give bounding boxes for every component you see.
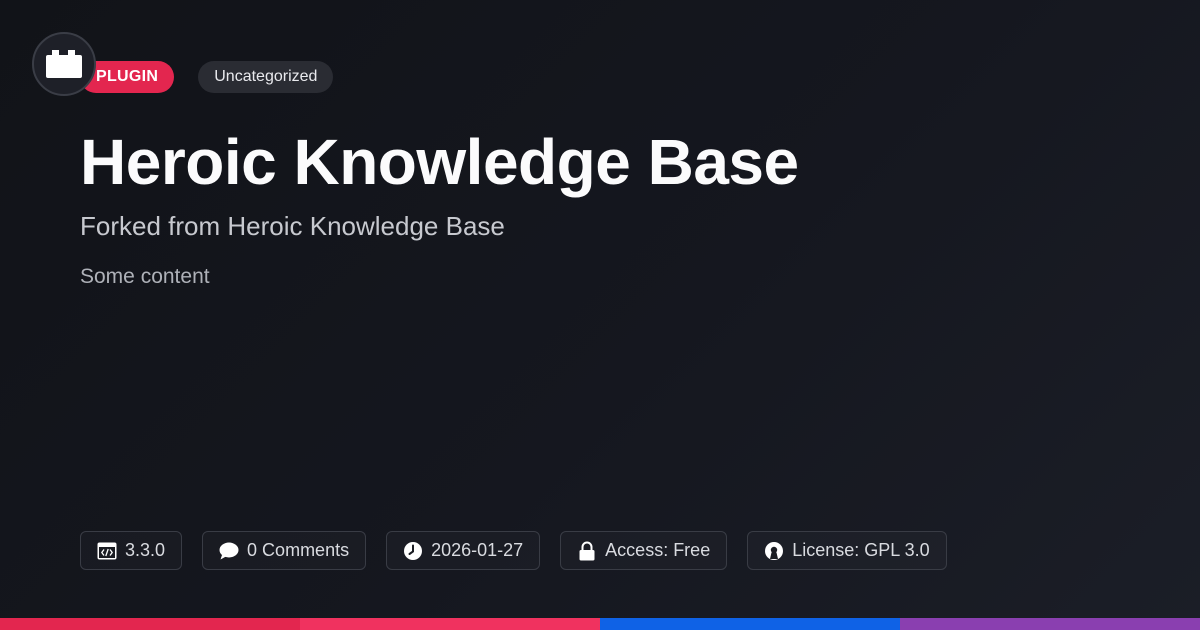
accent-bar-segment — [0, 618, 300, 630]
page-title: Heroic Knowledge Base — [80, 126, 799, 198]
accent-bar — [0, 618, 1200, 630]
license-pill: License: GPL 3.0 — [747, 531, 947, 570]
accent-bar-segment — [300, 618, 600, 630]
open-source-icon — [764, 541, 784, 561]
version-text: 3.3.0 — [125, 540, 166, 560]
accent-bar-segment — [600, 618, 900, 630]
comments-text: 0 Comments — [247, 540, 350, 560]
page-subtitle: Forked from Heroic Knowledge Base — [80, 211, 505, 241]
version-pill: 3.3.0 — [80, 531, 183, 570]
accent-bar-segment — [900, 618, 1200, 630]
code-window-icon — [97, 541, 117, 561]
site-logo[interactable] — [32, 32, 96, 96]
lock-icon — [577, 541, 597, 561]
license-text: License: GPL 3.0 — [792, 540, 930, 560]
page-content: Some content — [80, 265, 210, 288]
plugin-block-icon — [46, 50, 82, 78]
date-pill: 2026-01-27 — [386, 531, 541, 570]
comments-pill[interactable]: 0 Comments — [202, 531, 367, 570]
access-pill: Access: Free — [560, 531, 728, 570]
meta-list: 3.3.0 0 Comments 2026-01-27 Access: Free — [80, 531, 947, 570]
clock-icon — [403, 541, 423, 561]
access-text: Access: Free — [605, 540, 711, 560]
tag-list: PLUGIN Uncategorized — [80, 61, 334, 93]
category-tag[interactable]: Uncategorized — [198, 61, 334, 93]
date-text: 2026-01-27 — [431, 540, 524, 560]
chat-bubble-icon — [219, 541, 239, 561]
